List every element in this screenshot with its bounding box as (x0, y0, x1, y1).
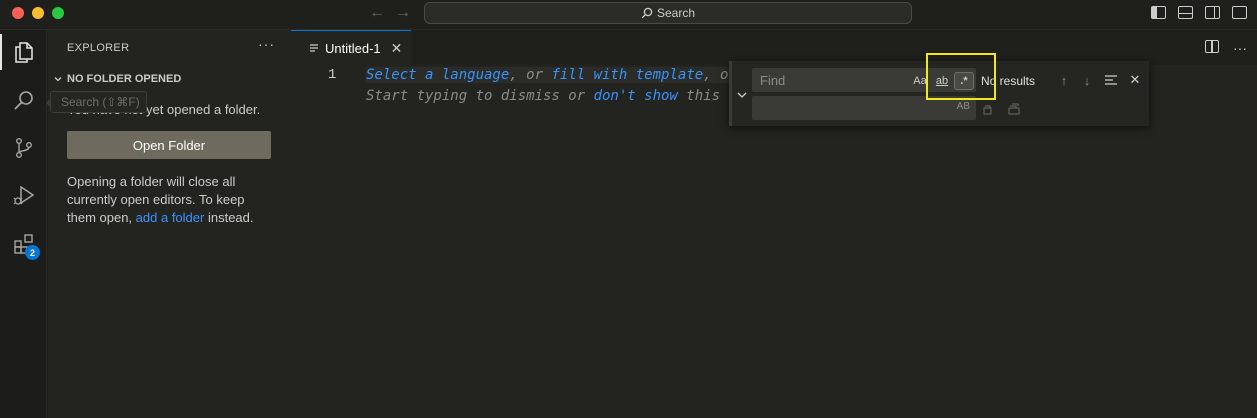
activity-extensions[interactable]: 2 (0, 222, 47, 266)
customize-layout-icon[interactable] (1232, 6, 1247, 19)
close-find-icon[interactable]: ✕ (1127, 72, 1143, 88)
section-title: NO FOLDER OPENED (67, 73, 182, 85)
hint-text: this (677, 88, 721, 104)
tab-label: Untitled-1 (325, 40, 381, 56)
open-folder-button[interactable]: Open Folder (67, 131, 271, 159)
forward-arrow-icon[interactable]: → (395, 5, 411, 21)
find-placeholder: Find (760, 73, 786, 88)
search-tooltip: Search (⇧⌘F) (46, 91, 147, 113)
run-debug-icon (13, 185, 34, 205)
more-actions-icon[interactable]: ··· (258, 36, 275, 52)
toggle-primary-sidebar-icon[interactable] (1151, 6, 1166, 19)
sidebar-title: EXPLORER (67, 42, 130, 54)
line-number: 1 (328, 67, 337, 83)
info-text-part2: instead. (207, 210, 254, 225)
source-control-icon (15, 138, 32, 159)
files-icon (14, 42, 33, 63)
window-close-button[interactable] (12, 7, 24, 19)
activity-bar: 2 (0, 30, 47, 418)
back-arrow-icon[interactable]: ← (369, 5, 385, 21)
no-folder-section-header[interactable]: NO FOLDER OPENED (48, 68, 291, 90)
explorer-sidebar: EXPLORER ··· NO FOLDER OPENED You have n… (48, 30, 291, 418)
select-language-link[interactable]: Select a language (366, 67, 509, 83)
search-icon (13, 91, 33, 110)
toggle-panel-icon[interactable] (1178, 6, 1193, 19)
replace-one-icon[interactable] (980, 101, 996, 117)
hint-text: Start typing to dismiss or (366, 88, 594, 104)
next-match-arrow-icon[interactable]: ↓ (1079, 72, 1095, 88)
command-center-label: Search (656, 6, 696, 20)
window-minimize-button[interactable] (32, 7, 44, 19)
activity-search[interactable] (0, 78, 47, 122)
add-folder-link[interactable]: add a folder (136, 210, 205, 225)
toggle-replace-chevron-icon[interactable] (736, 89, 748, 104)
title-bar: ← → Search (0, 0, 1257, 30)
more-actions-icon[interactable]: ··· (1233, 40, 1247, 56)
split-editor-icon[interactable] (1205, 40, 1219, 53)
window-maximize-button[interactable] (52, 7, 64, 19)
activity-explorer[interactable] (0, 30, 47, 74)
activity-run-debug[interactable] (0, 174, 47, 218)
command-center-search[interactable]: Search (424, 2, 912, 24)
activity-source-control[interactable] (0, 126, 47, 170)
toggle-secondary-sidebar-icon[interactable] (1205, 6, 1220, 19)
search-icon (641, 7, 653, 19)
file-lines-icon (309, 41, 319, 56)
extensions-badge: 2 (25, 245, 40, 260)
close-icon[interactable]: ✕ (391, 40, 403, 57)
hint-separator: , or (509, 67, 552, 83)
find-in-selection-icon[interactable] (1103, 72, 1119, 88)
dont-show-link[interactable]: don't show (594, 88, 678, 104)
editor-hint-line-2: Start typing to dismiss or don't show th… (366, 88, 720, 104)
preserve-case-toggle[interactable]: AB (957, 101, 970, 112)
open-folder-info: Opening a folder will close all currentl… (67, 173, 277, 227)
replace-all-icon[interactable] (1006, 101, 1022, 117)
editor-hint-line-1: Select a language, or fill with template… (366, 67, 735, 83)
highlight-annotation-box (926, 53, 996, 100)
tab-untitled-1[interactable]: Untitled-1 ✕ (291, 30, 411, 65)
chevron-down-icon (48, 74, 67, 84)
previous-match-arrow-icon[interactable]: ↑ (1056, 72, 1072, 88)
editor-tabs: Untitled-1 ✕ ··· (291, 30, 1257, 65)
hint-separator: , o (703, 67, 729, 83)
fill-template-link[interactable]: fill with template (551, 67, 703, 83)
